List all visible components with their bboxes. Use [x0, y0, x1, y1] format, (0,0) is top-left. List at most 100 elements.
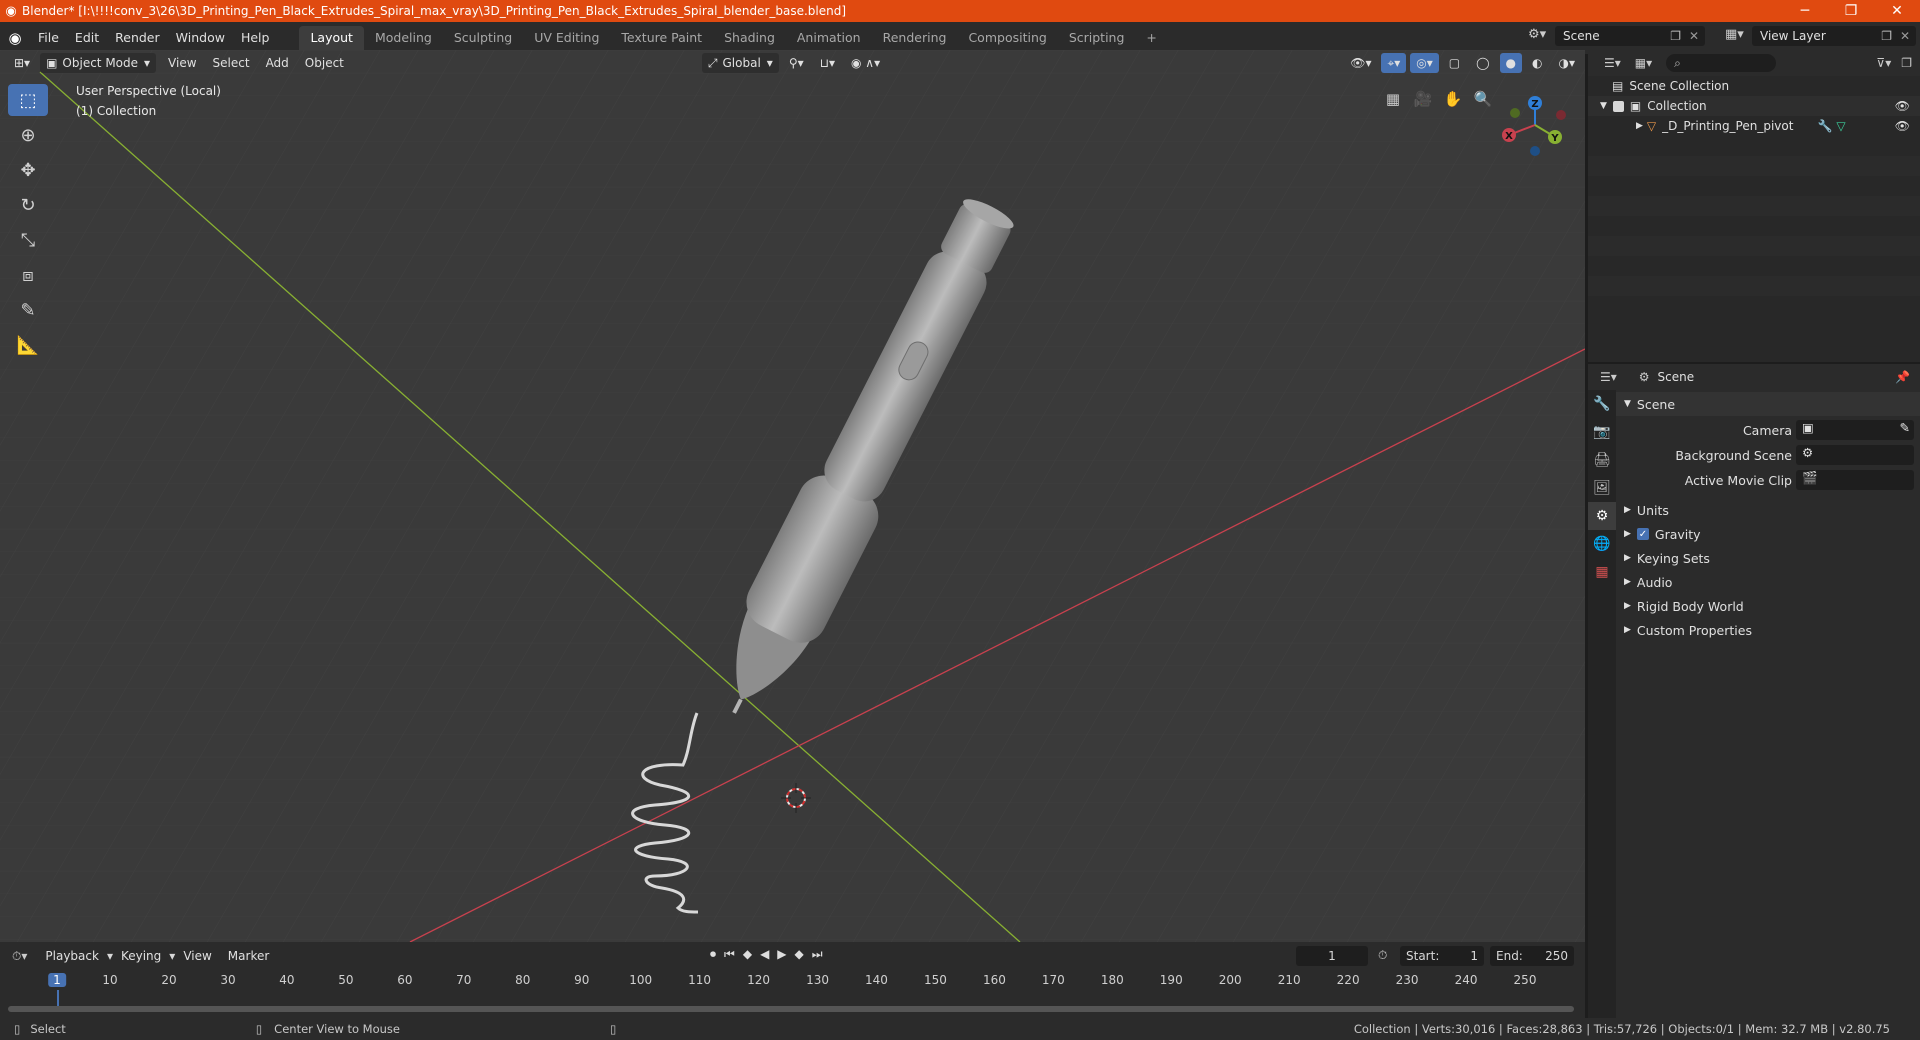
pin-icon[interactable]: 📌	[1895, 370, 1910, 384]
wireframe-shading-icon[interactable]: ◯	[1470, 53, 1495, 73]
eyedropper-icon[interactable]: ✎	[1900, 420, 1910, 435]
next-keyframe-icon[interactable]: ◆	[795, 947, 804, 962]
maximize-button[interactable]: ❐	[1828, 0, 1874, 22]
toggle-grid-view-icon[interactable]: ▦	[1380, 86, 1406, 112]
end-frame-field[interactable]: End: 250	[1490, 946, 1574, 966]
custom-properties-panel-header[interactable]: ▶ Custom Properties	[1616, 618, 1920, 642]
menu-playback[interactable]: Playback	[37, 949, 107, 963]
pivot-icon[interactable]: ⚲▾	[783, 53, 810, 73]
menu-select[interactable]: Select	[205, 56, 258, 70]
tab-modeling[interactable]: Modeling	[364, 26, 443, 50]
play-reverse-icon[interactable]: ◀	[760, 947, 769, 962]
view-layer-icon[interactable]: ▦▾	[1725, 27, 1744, 42]
output-tab-icon[interactable]: 🖨	[1588, 446, 1616, 474]
view-layer-tab-icon[interactable]: 🖼	[1588, 474, 1616, 502]
tab-shading[interactable]: Shading	[713, 26, 786, 50]
editor-type-icon[interactable]: ⊞▾	[8, 53, 36, 73]
expand-arrow-icon[interactable]: ▶	[1636, 121, 1643, 131]
tab-scripting[interactable]: Scripting	[1058, 26, 1136, 50]
world-tab-icon[interactable]: 🌐	[1588, 530, 1616, 558]
menu-timeline-view[interactable]: View	[175, 949, 219, 963]
timeline-scrollbar[interactable]	[8, 1006, 1574, 1012]
units-panel-header[interactable]: ▶ Units	[1616, 498, 1920, 522]
play-icon[interactable]: ▶	[777, 947, 786, 962]
keying-sets-panel-header[interactable]: ▶ Keying Sets	[1616, 546, 1920, 570]
gizmo-neg-x-icon[interactable]	[1556, 110, 1566, 120]
xray-icon[interactable]: ▢	[1443, 53, 1466, 73]
tab-compositing[interactable]: Compositing	[957, 26, 1057, 50]
scene-selector[interactable]: Scene ❐ ✕	[1555, 26, 1705, 46]
start-frame-field[interactable]: Start: 1	[1400, 946, 1484, 966]
gizmo-neg-y-icon[interactable]	[1510, 108, 1520, 118]
new-scene-icon[interactable]: ❐	[1670, 26, 1681, 46]
prev-keyframe-icon[interactable]: ◆	[743, 947, 752, 962]
properties-editor-icon[interactable]: ☰▾	[1600, 370, 1617, 384]
menu-keying[interactable]: Keying	[113, 949, 169, 963]
rigid-body-world-panel-header[interactable]: ▶ Rigid Body World	[1616, 594, 1920, 618]
move-tool-icon[interactable]: ✥	[8, 154, 48, 186]
solid-shading-icon[interactable]: ●	[1499, 53, 1523, 73]
blender-menu-icon[interactable]: ◉	[0, 29, 30, 47]
gizmo-neg-z-icon[interactable]	[1530, 146, 1540, 156]
annotate-tool-icon[interactable]: ✎	[8, 294, 48, 326]
rendered-shading-icon[interactable]: ◑▾	[1553, 53, 1582, 73]
tab-uv-editing[interactable]: UV Editing	[523, 26, 610, 50]
collection-checkbox[interactable]	[1612, 100, 1624, 112]
add-workspace-icon[interactable]: +	[1135, 26, 1167, 50]
render-tab-icon[interactable]: 📷	[1588, 418, 1616, 446]
tab-sculpting[interactable]: Sculpting	[443, 26, 523, 50]
filter-icon[interactable]: ⊽▾	[1876, 56, 1891, 70]
audio-panel-header[interactable]: ▶ Audio	[1616, 570, 1920, 594]
overlay-toggle-icon[interactable]: ◎▾	[1410, 53, 1439, 73]
scene-tab-icon[interactable]: ⚙	[1588, 502, 1616, 530]
proportional-edit-icon[interactable]: ◉ ∧▾	[845, 53, 886, 73]
cursor-tool-icon[interactable]: ⊕	[8, 119, 48, 151]
gravity-checkbox[interactable]: ✓	[1636, 528, 1649, 540]
rotate-tool-icon[interactable]: ↻	[8, 189, 48, 221]
visibility-eye-icon[interactable]: 👁	[1895, 99, 1910, 113]
material-shading-icon[interactable]: ◐	[1526, 53, 1548, 73]
tool-tab-icon[interactable]: 🔧	[1588, 390, 1616, 418]
new-collection-icon[interactable]: ❐	[1901, 56, 1912, 70]
outliner-editor-icon[interactable]: ☰▾	[1604, 56, 1621, 70]
zoom-view-icon[interactable]: 🔍	[1470, 86, 1496, 112]
frame-ruler[interactable]: 1 10 20 30 40 50 60 70 80 90 100 110 120 130 140 150 160…	[0, 970, 1585, 1006]
display-mode-icon[interactable]: ▦▾	[1635, 56, 1652, 70]
outliner-collection-row[interactable]: ▼ ▣ Collection 👁	[1588, 96, 1920, 116]
measure-tool-icon[interactable]: 📐	[8, 329, 48, 361]
mode-selector[interactable]: ▣ Object Mode ▾	[40, 53, 157, 73]
transform-tool-icon[interactable]: ⧈	[8, 259, 48, 291]
gravity-panel-header[interactable]: ▶ ✓ Gravity	[1616, 522, 1920, 546]
gizmo-toggle-icon[interactable]: ⌖▾	[1381, 53, 1407, 73]
mesh-data-icon[interactable]: ▽	[1836, 119, 1845, 133]
scale-tool-icon[interactable]: ⤡	[8, 224, 48, 256]
scene-type-icon[interactable]: ⚙▾	[1528, 27, 1546, 42]
expand-arrow-icon[interactable]: ▼	[1600, 101, 1607, 111]
outliner-root-row[interactable]: ▤ Scene Collection	[1588, 76, 1920, 96]
outliner-search-input[interactable]: ⌕	[1666, 54, 1777, 72]
delete-scene-icon[interactable]: ✕	[1689, 26, 1699, 46]
close-button[interactable]: ✕	[1874, 0, 1920, 22]
delete-view-layer-icon[interactable]: ✕	[1900, 26, 1910, 46]
playhead-line[interactable]	[57, 990, 59, 1006]
active-movie-clip-field[interactable]: 🎬	[1796, 470, 1914, 490]
outliner-object-row[interactable]: ▶ ▽ _D_Printing_Pen_pivot 🔧 ▽ 👁	[1588, 116, 1920, 136]
tab-layout[interactable]: Layout	[299, 26, 364, 50]
current-frame-field[interactable]: 1	[1296, 946, 1368, 966]
menu-object[interactable]: Object	[297, 56, 352, 70]
snap-icon[interactable]: ⊔▾	[814, 53, 841, 73]
3d-viewport[interactable]: Z X Y ⊞▾ ▣ Object Mode ▾ View Select Add…	[0, 50, 1585, 942]
timeline-editor-icon[interactable]: ⏱▾	[12, 949, 27, 964]
scene-panel-header[interactable]: ▼ Scene	[1616, 392, 1920, 416]
new-view-layer-icon[interactable]: ❐	[1881, 26, 1892, 46]
menu-view[interactable]: View	[160, 56, 204, 70]
modifier-wrench-icon[interactable]: 🔧	[1817, 119, 1832, 133]
texture-tab-icon[interactable]: ▦	[1588, 558, 1616, 586]
view-layer-selector[interactable]: View Layer ❐ ✕	[1752, 26, 1916, 46]
camera-view-icon[interactable]: 🎥	[1410, 86, 1436, 112]
jump-start-icon[interactable]: ⏮	[724, 947, 735, 962]
orientation-selector[interactable]: ⤢ Global ▾	[701, 53, 779, 73]
jump-end-icon[interactable]: ⏭	[812, 947, 823, 962]
background-scene-field[interactable]: ⚙	[1796, 445, 1914, 465]
menu-marker[interactable]: Marker	[220, 949, 277, 963]
